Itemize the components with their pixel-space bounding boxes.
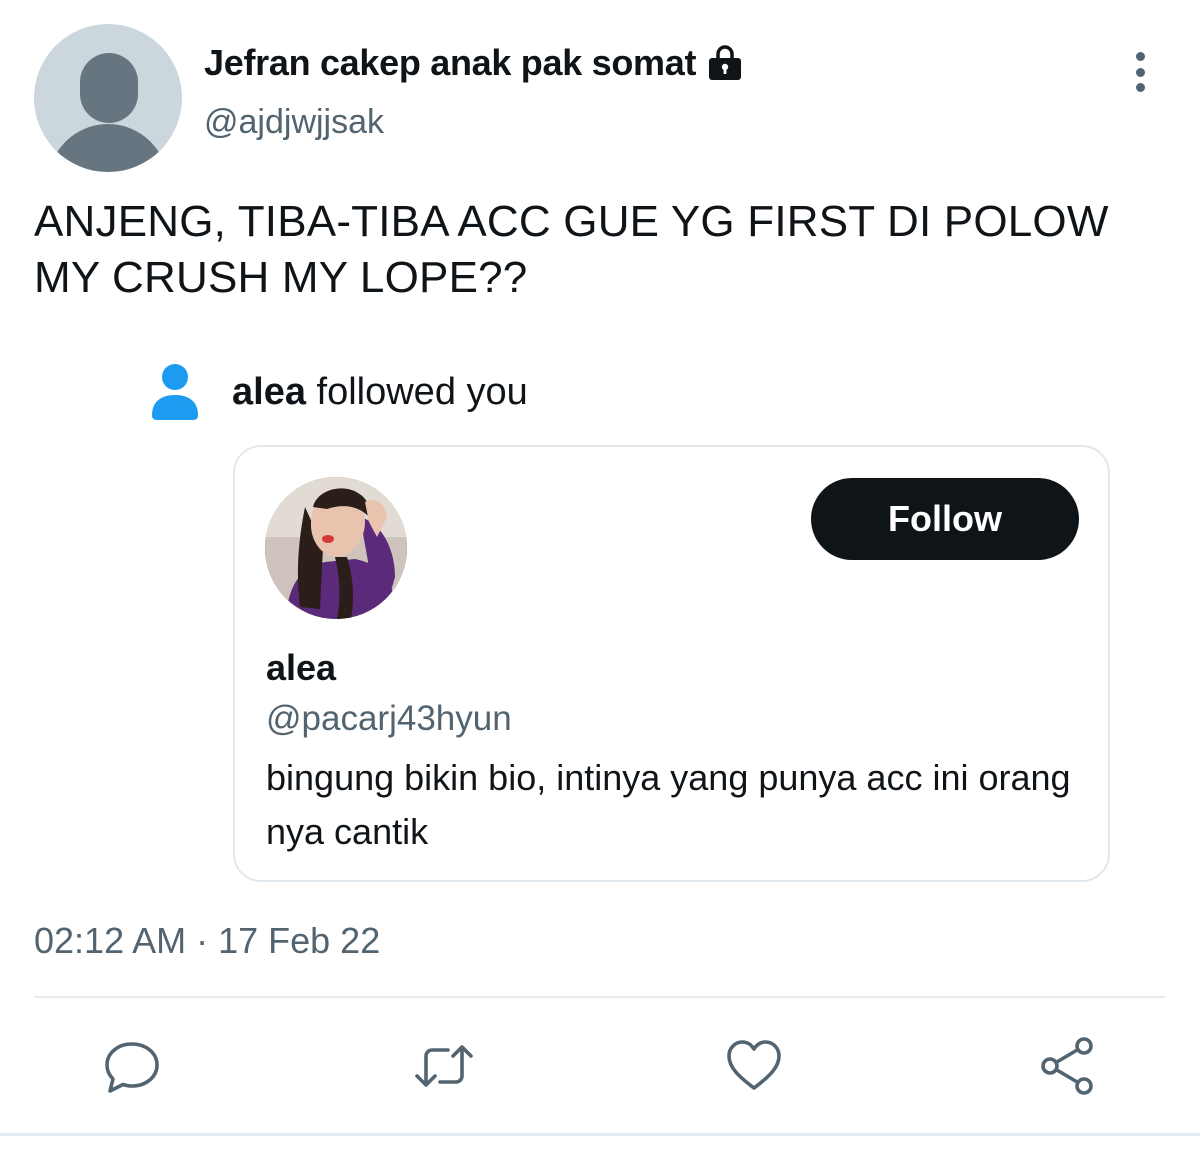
reply-button[interactable] (102, 1036, 162, 1096)
notification-user[interactable]: alea (232, 371, 306, 413)
reply-icon (105, 1042, 159, 1093)
author-display-name-row[interactable]: Jefran cakep anak pak somat (204, 42, 744, 84)
tweet: Jefran cakep anak pak somat @ajdjwjjsak … (0, 0, 1200, 1153)
person-icon (152, 364, 198, 420)
retweet-button[interactable] (414, 1036, 474, 1096)
notification-action-text: followed you (316, 370, 528, 413)
retweet-icon (415, 1045, 473, 1087)
tweet-text: ANJENG, TIBA-TIBA ACC GUE YG FIRST DI PO… (34, 197, 1109, 302)
heart-icon (727, 1040, 781, 1090)
tweet-timestamp[interactable]: 02:12 AM · 17 Feb 22 (34, 920, 380, 962)
profile-bio: bingung bikin bio, intinya yang punya ac… (266, 757, 1071, 852)
profile-avatar[interactable] (265, 477, 407, 619)
author-handle[interactable]: @ajdjwjjsak (204, 103, 384, 142)
author-display-name[interactable]: Jefran cakep anak pak somat (204, 42, 696, 84)
profile-photo (265, 477, 407, 619)
like-button[interactable] (724, 1036, 784, 1096)
follow-notification: alea followed you (150, 362, 528, 422)
author-avatar[interactable] (34, 24, 182, 172)
divider (34, 996, 1165, 998)
profile-card[interactable]: Follow alea @pacarj43hyun bingung bikin … (233, 445, 1110, 882)
share-button[interactable] (1038, 1036, 1098, 1096)
more-options-icon[interactable] (1122, 50, 1158, 94)
profile-name[interactable]: alea (266, 647, 336, 689)
divider-bottom (0, 1133, 1200, 1136)
action-bar (0, 1030, 1200, 1100)
profile-handle[interactable]: @pacarj43hyun (266, 699, 512, 739)
share-icon (1041, 1037, 1093, 1095)
follow-button[interactable]: Follow (811, 478, 1079, 560)
lock-icon (709, 45, 742, 80)
